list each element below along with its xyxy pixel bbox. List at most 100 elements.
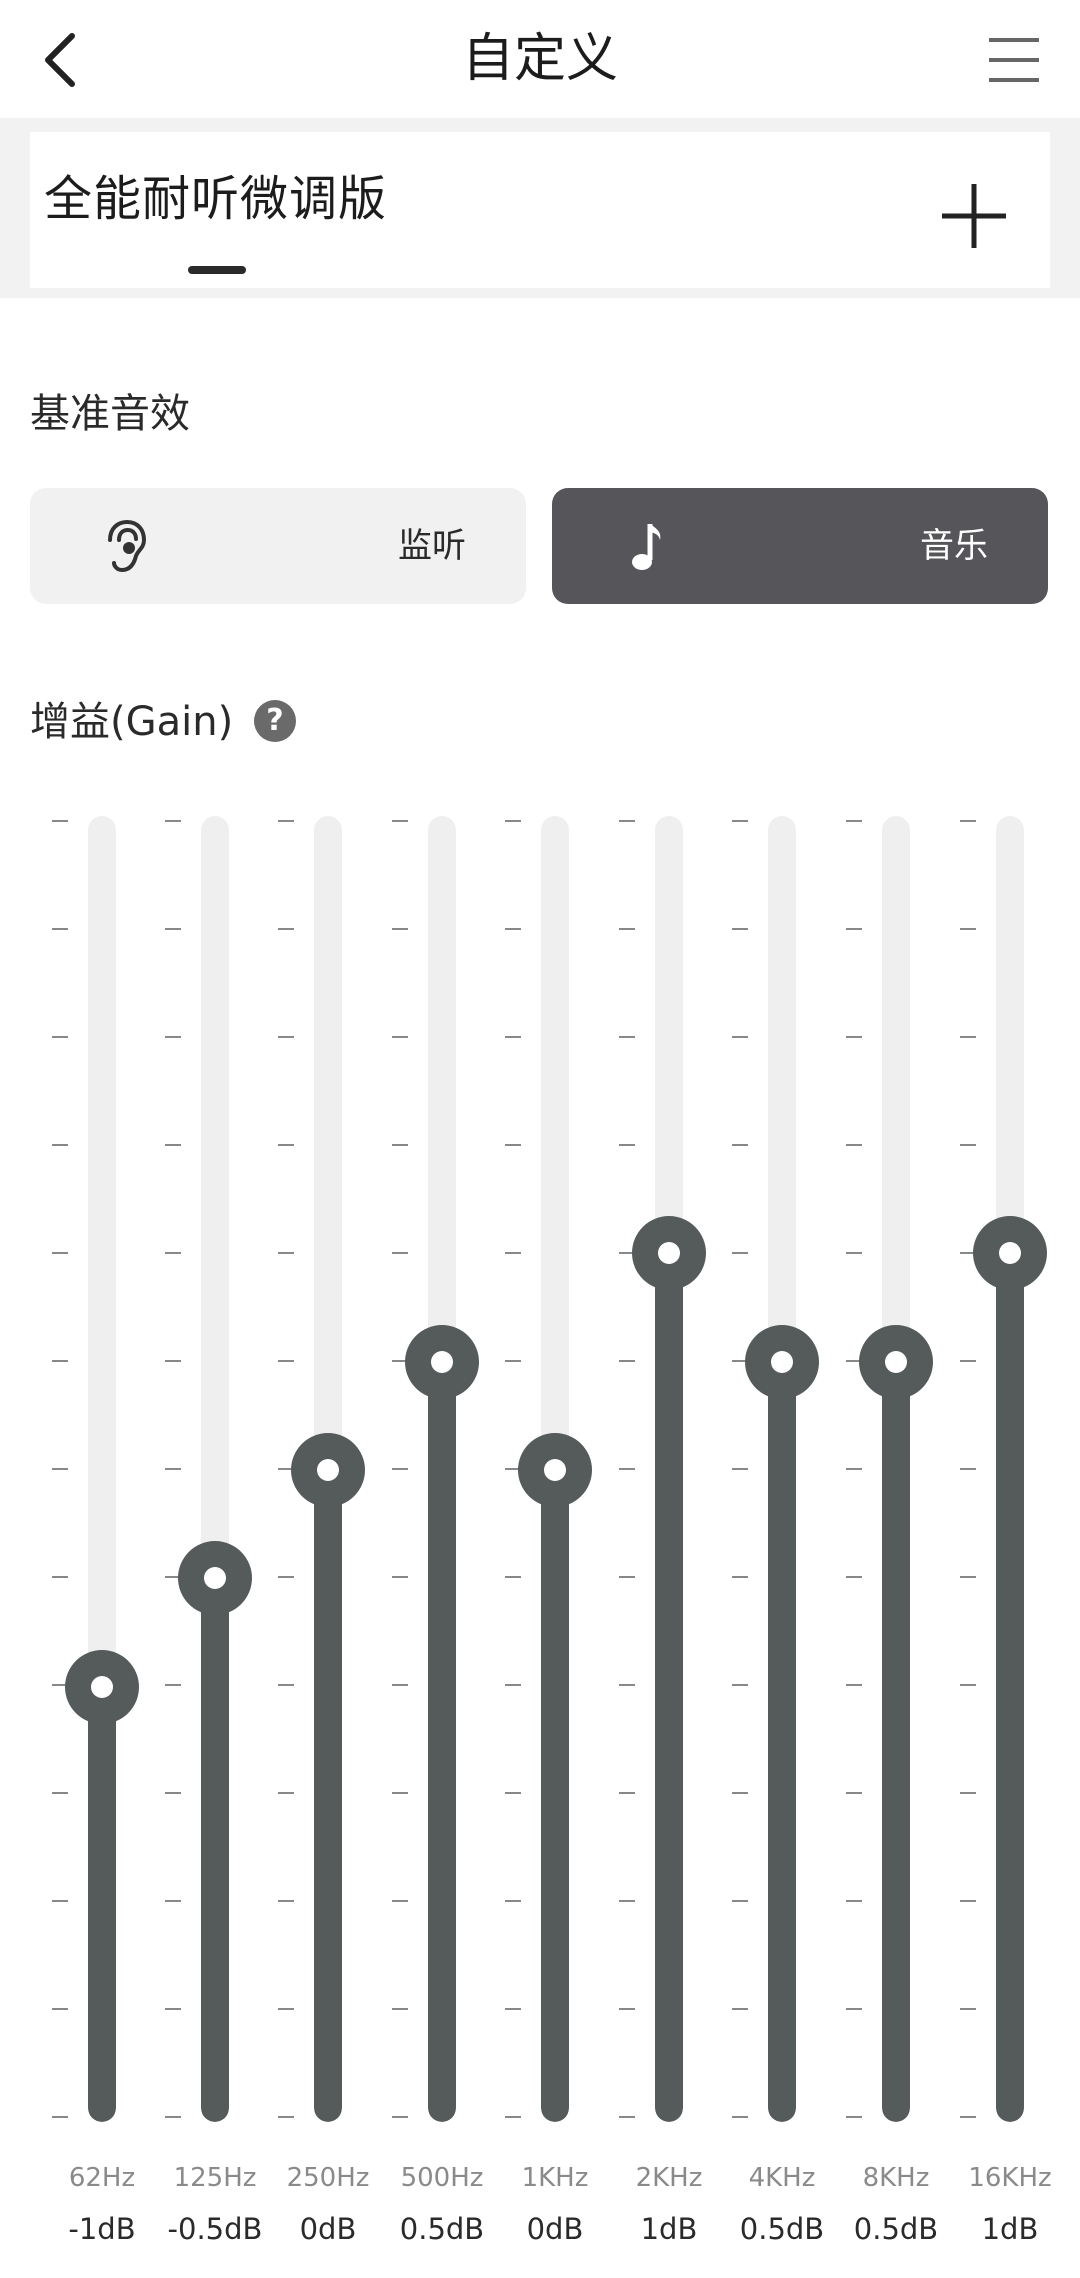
scale-tick: [846, 2008, 862, 2010]
scale-tick: [505, 928, 521, 930]
gain-label: 增益(Gain): [30, 699, 234, 745]
eq-slider-track[interactable]: [996, 816, 1024, 2122]
scale-tick: [505, 1036, 521, 1038]
eq-slider-knob[interactable]: [745, 1324, 819, 1399]
scale-tick: [619, 1144, 635, 1146]
scale-tick: [505, 1684, 521, 1686]
preset-tab-active[interactable]: 全能耐听微调版: [44, 168, 387, 230]
scale-tick: [392, 1252, 408, 1254]
scale-tick: [165, 1144, 181, 1146]
eq-slider-track[interactable]: [655, 816, 683, 2122]
plus-icon: [942, 184, 1006, 248]
scale-tick: [846, 1576, 862, 1578]
menu-button[interactable]: [978, 24, 1050, 96]
scale-tick: [619, 1576, 635, 1578]
scale-tick: [960, 2008, 976, 2010]
scale-tick: [505, 1576, 521, 1578]
scale-tick: [52, 1576, 68, 1578]
scale-tick: [165, 2116, 181, 2118]
eq-slider-fill: [314, 1470, 342, 2122]
scale-tick: [165, 1036, 181, 1038]
scale-tick: [846, 2116, 862, 2118]
knob-center: [771, 1350, 793, 1373]
tab-indicator: [188, 266, 246, 274]
base-effect-label: 基准音效: [30, 391, 190, 437]
eq-slider-fill: [655, 1253, 683, 2122]
scale-tick: [732, 1792, 748, 1794]
knob-center: [544, 1459, 566, 1481]
band-gain-value: 0.5dB: [739, 2212, 825, 2246]
scale-tick: [392, 1468, 408, 1470]
scale-tick: [52, 1360, 68, 1362]
eq-slider-track[interactable]: [88, 816, 116, 2122]
scale-tick: [505, 1900, 521, 1902]
scale-tick: [52, 928, 68, 930]
scale-tick: [278, 1792, 294, 1794]
band-gain-value: 0dB: [299, 2212, 357, 2246]
eq-slider-fill: [201, 1578, 229, 2122]
scale-tick: [52, 1900, 68, 1902]
scale-tick: [505, 1360, 521, 1362]
eq-slider-knob[interactable]: [291, 1433, 365, 1507]
eq-slider-track[interactable]: [428, 816, 456, 2122]
eq-slider-knob[interactable]: [632, 1216, 706, 1291]
scale-tick: [278, 2116, 294, 2118]
eq-slider-knob[interactable]: [65, 1649, 139, 1724]
scale-tick: [278, 928, 294, 930]
scale-tick: [278, 1900, 294, 1902]
eq-slider-knob[interactable]: [178, 1541, 252, 1616]
add-preset-button[interactable]: [936, 178, 1012, 254]
knob-center: [317, 1459, 339, 1481]
knob-center: [999, 1242, 1021, 1265]
scale-tick: [960, 1792, 976, 1794]
scale-tick: [278, 1252, 294, 1254]
scale-tick: [52, 1036, 68, 1038]
scale-tick: [619, 820, 635, 822]
scale-tick: [960, 1576, 976, 1578]
scale-tick: [846, 1684, 862, 1686]
mode-monitor-button[interactable]: 监听: [30, 488, 526, 604]
scale-tick: [392, 1900, 408, 1902]
band-frequency-label: 250Hz: [286, 2163, 370, 2193]
scale-tick: [619, 1468, 635, 1470]
band-gain-value: 0dB: [526, 2212, 584, 2246]
scale-tick: [846, 820, 862, 822]
scale-tick: [960, 1036, 976, 1038]
scale-tick: [619, 1900, 635, 1902]
eq-slider-knob[interactable]: [405, 1324, 479, 1399]
eq-slider-track[interactable]: [768, 816, 796, 2122]
page-title: 自定义: [461, 29, 618, 89]
eq-slider-track[interactable]: [882, 816, 910, 2122]
question-mark-icon[interactable]: ?: [254, 700, 296, 742]
mode-music-button[interactable]: 音乐: [552, 488, 1048, 604]
band-frequency-label: 8KHz: [862, 2163, 930, 2193]
scale-tick: [619, 1792, 635, 1794]
scale-tick: [278, 1360, 294, 1362]
scale-tick: [619, 1360, 635, 1362]
scale-tick: [165, 1252, 181, 1254]
eq-slider-fill: [996, 1253, 1024, 2122]
scale-tick: [392, 1144, 408, 1146]
scale-tick: [278, 1684, 294, 1686]
scale-tick: [732, 1252, 748, 1254]
scale-tick: [619, 1036, 635, 1038]
eq-slider-track[interactable]: [201, 816, 229, 2122]
scale-tick: [505, 2116, 521, 2118]
scale-tick: [278, 1036, 294, 1038]
scale-tick: [732, 928, 748, 930]
mode-music-label: 音乐: [920, 526, 988, 566]
band-frequency-label: 62Hz: [68, 2163, 136, 2193]
scale-tick: [505, 2008, 521, 2010]
scale-tick: [846, 1900, 862, 1902]
eq-slider-knob[interactable]: [859, 1324, 933, 1399]
scale-tick: [960, 1360, 976, 1362]
eq-slider-knob[interactable]: [518, 1433, 592, 1507]
scale-tick: [392, 1036, 408, 1038]
scale-tick: [732, 1684, 748, 1686]
scale-tick: [52, 1792, 68, 1794]
band-frequency-label: 1KHz: [521, 2163, 589, 2193]
knob-center: [885, 1350, 907, 1373]
eq-slider-knob[interactable]: [973, 1216, 1047, 1291]
scale-tick: [392, 820, 408, 822]
scale-tick: [846, 1468, 862, 1470]
